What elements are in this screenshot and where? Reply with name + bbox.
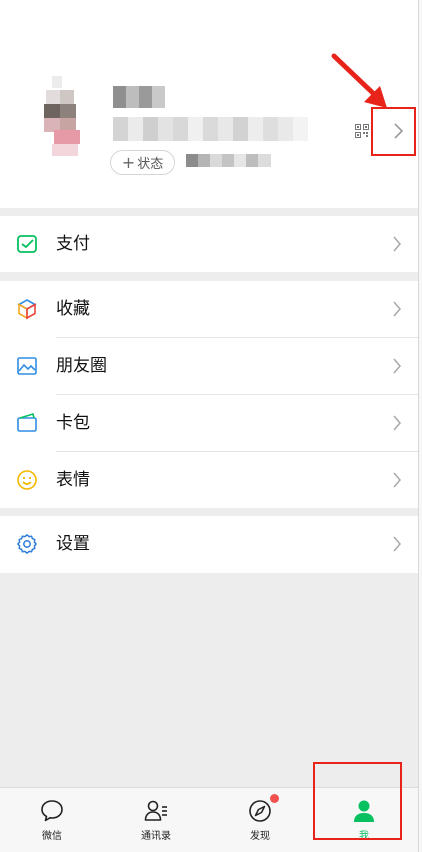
chevron-right-icon (393, 301, 401, 317)
bottom-tab-bar: 微信 通讯录 发现 我 (0, 762, 418, 852)
tab-label-chats: 微信 (42, 831, 62, 842)
chevron-right-icon (393, 358, 401, 374)
profile-header[interactable]: + 状态 (0, 0, 418, 208)
menu-item-pay[interactable]: 支付 (0, 216, 418, 272)
nickname-redacted (113, 86, 165, 108)
menu-label-stickers: 表情 (56, 470, 90, 490)
settings-section: 设置 (0, 516, 418, 573)
chevron-right-icon (393, 236, 401, 252)
card-icon (17, 412, 37, 432)
wechat-id-redacted (113, 117, 308, 141)
qr-code-icon[interactable] (355, 124, 369, 138)
tab-label-contacts: 通讯录 (141, 831, 171, 842)
pay-section: 支付 (0, 216, 418, 272)
contacts-icon (144, 800, 167, 821)
window-edge (418, 0, 422, 852)
chat-bubble-icon (41, 800, 63, 822)
add-status-button[interactable]: + 状态 (110, 150, 175, 175)
status-redacted (186, 154, 271, 167)
tab-contacts[interactable]: 通讯录 (104, 788, 208, 852)
tab-chats[interactable]: 微信 (0, 788, 104, 852)
menu-item-favorites[interactable]: 收藏 (0, 281, 418, 338)
compass-icon (249, 800, 271, 822)
chevron-right-icon (393, 415, 401, 431)
main-menu-section: 收藏 朋友圈 卡包 表情 (0, 281, 418, 508)
avatar[interactable] (40, 76, 82, 156)
cube-icon (17, 299, 37, 320)
chevron-right-icon (393, 536, 401, 552)
menu-label-moments: 朋友圈 (56, 356, 107, 376)
annotation-highlight-profile (371, 107, 416, 156)
menu-label-cards: 卡包 (56, 413, 90, 433)
menu-item-settings[interactable]: 设置 (0, 516, 418, 573)
menu-item-cards[interactable]: 卡包 (0, 395, 418, 452)
status-button-label: 状态 (137, 157, 164, 172)
annotation-arrow-icon (331, 53, 387, 108)
menu-label-pay: 支付 (56, 234, 90, 254)
tab-label-discover: 发现 (250, 831, 270, 842)
plus-icon: + (121, 152, 136, 172)
menu-label-settings: 设置 (56, 534, 90, 554)
wallet-check-icon (17, 235, 37, 253)
chevron-right-icon (393, 472, 401, 488)
menu-item-moments[interactable]: 朋友圈 (0, 338, 418, 395)
gear-icon (17, 534, 37, 554)
menu-item-stickers[interactable]: 表情 (0, 452, 418, 509)
annotation-highlight-me-tab (313, 762, 402, 840)
tab-discover[interactable]: 发现 (208, 788, 312, 852)
notification-badge (270, 794, 279, 803)
image-icon (17, 357, 37, 375)
menu-label-favorites: 收藏 (56, 299, 90, 319)
smiley-icon (17, 470, 37, 490)
